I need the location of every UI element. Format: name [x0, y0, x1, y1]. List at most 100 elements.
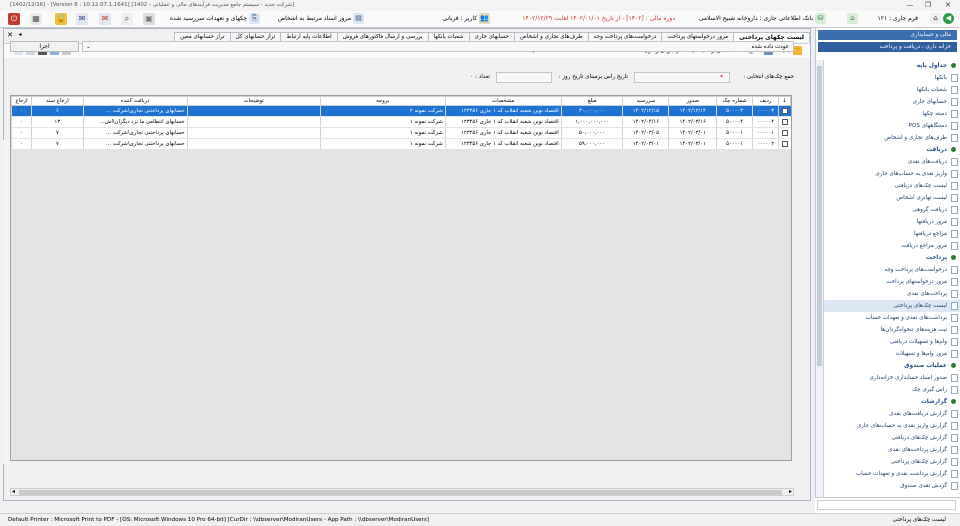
column-header[interactable]: دریافت کننده — [82, 96, 188, 106]
panel-scroll-thumb[interactable] — [817, 66, 822, 366]
panel-search-field[interactable] — [817, 500, 956, 510]
panel-menu-item[interactable]: لیست چک‌های دریافتی — [824, 180, 960, 192]
column-header[interactable]: صدور — [668, 96, 718, 106]
panel-section[interactable]: پرداخت — [824, 252, 960, 264]
search-icon[interactable]: ⌕ — [121, 13, 133, 25]
row-checkbox[interactable] — [781, 118, 788, 125]
panel-header-accounting[interactable]: مالی و حسابداری — [818, 30, 957, 40]
panel-menu-item[interactable]: گزارش چک‌های دریافتی — [824, 432, 960, 444]
table-cell: اقتصاد نوین شعبه انقلاب کد ۱ جاری ۱۲۳۴۵۶ — [444, 127, 562, 139]
row-checkbox-cell[interactable] — [778, 127, 791, 139]
home-icon[interactable]: ⌂ — [930, 13, 942, 24]
row-checkbox[interactable] — [781, 107, 788, 114]
panel-menu-item[interactable]: برداشت‌های نقدی و تعهدات حساب — [824, 312, 960, 324]
panel-menu-item[interactable]: لیست چک‌های پرداختی — [824, 300, 960, 312]
panel-menu-item[interactable]: گزارش برداشت نقدی و تعهدات حساب — [824, 468, 960, 480]
panel-section[interactable]: جداول پایه — [824, 60, 960, 72]
lock-icon[interactable]: 🔒 — [55, 13, 67, 25]
doc-review-button[interactable]: ▤ مرور اسناد مرتبط به اشخاص — [268, 13, 364, 25]
panel-menu-item[interactable]: گزارش واریز نقدی به حساب‌های جاری — [824, 420, 960, 432]
panel-item-label: صدور اسناد حسابداری خزانه‌داری — [869, 375, 947, 381]
column-header[interactable]: سررسید — [622, 96, 670, 106]
panel-menu-item[interactable]: مرور مراجع دریافت — [824, 240, 960, 252]
column-header[interactable]: مشخصات — [444, 96, 562, 106]
column-header[interactable]: مبلغ — [560, 96, 624, 106]
calculator-icon[interactable]: ▦ — [30, 13, 42, 25]
message-icon[interactable]: ✉ — [99, 13, 111, 25]
panel-scrollbar[interactable] — [816, 60, 824, 515]
scroll-thumb[interactable] — [19, 490, 782, 495]
maximize-button[interactable]: ❐ — [918, 0, 938, 11]
panel-menu-item[interactable]: دستگاههای POS — [824, 120, 960, 132]
total-field[interactable]: * — [634, 72, 730, 83]
source-select[interactable]: عودت داده شده ⌄ — [82, 41, 794, 52]
panel-menu-item[interactable]: درخواست‌های پرداخت وجه — [824, 264, 960, 276]
close-window-button[interactable]: ✕ — [938, 0, 958, 11]
row-checkbox[interactable] — [781, 129, 788, 136]
table-row[interactable]: ۰۰۰۰۰۲ ۵۰۰۰۰۱ ۱۴۰۲/۰۳/۰۱ ۱۴۰۲/۰۳/۰۱ ۵۹,۰۰۰,۰… — [11, 138, 791, 150]
panel-menu-item[interactable]: شعبات بانکها — [824, 84, 960, 96]
table-row[interactable]: ۰۰۰۰۰۳ ۵۰۰۰۰۳ ۱۴۰۲/۱۲/۱۴ ۱۴۰۲/۱۲/۱۵ ۳۰,۰۰۰,۰… — [11, 105, 791, 117]
table-cell: حسابهای پرداختنی تجاری\شرکت ... — [82, 138, 188, 150]
panel-section[interactable]: گزارشات — [824, 396, 960, 408]
panel-menu-item[interactable]: لیست تهاتری اشخاص — [824, 192, 960, 204]
horizontal-scrollbar[interactable]: ◂ ▸ — [10, 488, 794, 496]
panel-menu-item[interactable]: گردش نقدی صندوق — [824, 480, 960, 492]
panel-item-label: لیست چک‌های پرداختی — [893, 303, 947, 309]
bank-icon-button[interactable]: ⌂ — [842, 13, 858, 25]
column-header[interactable]: شماره چک — [716, 96, 754, 106]
panel-item-label: دریافت‌های نقدی — [907, 159, 947, 165]
exit-icon[interactable]: ⏻ — [8, 13, 20, 25]
panel-menu-item[interactable]: وام‌ها و تسهیلات دریافتی — [824, 336, 960, 348]
panel-menu-item[interactable]: راس گیری چک — [824, 384, 960, 396]
window-icon[interactable]: ▣ — [143, 13, 155, 25]
table-row[interactable]: ۰۰۰۰۰۴ ۵۰۰۰۰۴ ۱۴۰۲/۰۳/۱۶ ۱۴۰۲/۰۴/۱۶ ۱,۰۰۰,۰۰… — [11, 116, 791, 128]
run-button[interactable]: اجرا — [10, 41, 79, 52]
mail-icon[interactable]: ✉ — [76, 13, 88, 25]
back-icon[interactable]: ◀ — [943, 13, 954, 24]
header-check[interactable]: ↓ — [778, 96, 791, 106]
panel-menu-item[interactable]: بانکها — [824, 72, 960, 84]
page-icon — [951, 169, 958, 178]
panel-menu-item[interactable]: دریافت‌های نقدی — [824, 156, 960, 168]
panel-menu-item[interactable]: صدور اسناد حسابداری خزانه‌داری — [824, 372, 960, 384]
row-checkbox-cell[interactable] — [778, 105, 791, 117]
panel-menu-item[interactable]: مرور وام‌ها و تسهیلات — [824, 348, 960, 360]
column-header[interactable]: بروجه — [319, 96, 446, 106]
scroll-left-icon[interactable]: ◂ — [12, 488, 15, 495]
panel-menu-item[interactable]: گزارش پرداخت‌های نقدی — [824, 444, 960, 456]
minimize-button[interactable]: — — [900, 0, 920, 11]
panel-section[interactable]: عملیات صندوق — [824, 360, 960, 372]
panel-menu-item[interactable]: دریافت گروهی — [824, 204, 960, 216]
close-tab-icon[interactable]: ✕ — [6, 31, 14, 39]
table-row[interactable]: ۰۰۰۰۰۱ ۵۰۰۰۰۱ ۱۴۰۲/۰۳/۰۱ ۱۴۰۲/۰۳/۰۵ ۵۰,۰۰۰,۰… — [11, 127, 791, 139]
panel-menu-item[interactable]: طرف‌های تجاری و اشخاص — [824, 132, 960, 144]
column-header[interactable]: ارجاع سند — [31, 96, 84, 106]
panel-menu-item[interactable]: حسابهای جاری — [824, 96, 960, 108]
panel-menu-item[interactable]: ثبت هزینه‌های تنخواه‌گردان‌ها — [824, 324, 960, 336]
panel-item-label: بانکها — [934, 75, 947, 81]
panel-menu-item[interactable]: مرور دریافتها — [824, 216, 960, 228]
panel-menu-item[interactable]: پرداخت‌های نقدی — [824, 288, 960, 300]
panel-section[interactable]: دریافت — [824, 144, 960, 156]
row-checkbox-cell[interactable] — [778, 116, 791, 128]
panel-menu-item[interactable]: مراجع دریافتها — [824, 228, 960, 240]
table-cell: ۱۴۰۲/۰۳/۰۱ — [668, 127, 717, 139]
nav-arrows[interactable]: ◀ ⌂ — [924, 13, 954, 25]
column-header[interactable]: توضیحات — [186, 96, 321, 106]
date-field[interactable] — [496, 72, 552, 83]
panel-item-label: لیست چک‌های دریافتی — [894, 183, 947, 189]
scroll-right-icon[interactable]: ▸ — [789, 488, 792, 495]
cheques-due-button[interactable]: ⎘ چکهای و تعهدات سررسید شده — [160, 13, 260, 25]
panel-header-treasury[interactable]: خزانه داری ، دریافت و پرداخت — [818, 42, 957, 52]
panel-menu-item[interactable]: واریز نقدی به حساب‌های جاری — [824, 168, 960, 180]
column-header[interactable]: ردیف — [752, 96, 780, 106]
column-header[interactable]: ارجاع — [11, 96, 33, 106]
panel-menu-item[interactable]: مرور درخواستهای پرداخت — [824, 276, 960, 288]
row-checkbox-cell[interactable] — [778, 138, 791, 150]
panel-menu-item[interactable]: دسته چکها — [824, 108, 960, 120]
row-checkbox[interactable] — [781, 140, 788, 147]
collapse-arrow-icon[interactable]: ➔ — [794, 44, 804, 54]
panel-menu-item[interactable]: گزارش دریافت‌های نقدی — [824, 408, 960, 420]
panel-menu-item[interactable]: گزارش چک‌های پرداختی — [824, 456, 960, 468]
